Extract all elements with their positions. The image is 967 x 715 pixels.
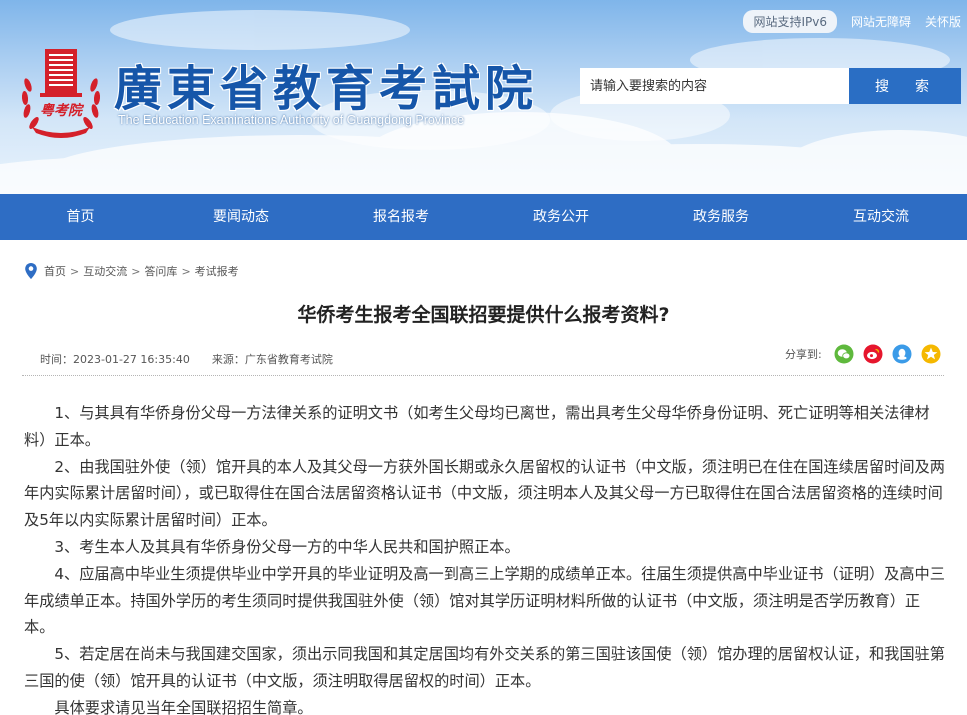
search-bar: 搜 索	[580, 68, 961, 104]
breadcrumb-home[interactable]: 首页	[44, 263, 66, 279]
meta-divider	[22, 375, 944, 376]
article-time: 时间：2023-01-27 16:35:40	[40, 353, 190, 366]
article-source: 来源：广东省教育考试院	[211, 353, 333, 366]
nav-item-home[interactable]: 首页	[0, 194, 161, 240]
article-meta: 时间：2023-01-27 16:35:40 来源：广东省教育考试院	[40, 351, 333, 367]
location-pin-icon	[25, 263, 37, 279]
share-bar: 分享到:	[785, 344, 950, 364]
nav-item-government-affairs[interactable]: 政务公开	[481, 194, 641, 240]
care-mode-link[interactable]: 关怀版	[925, 13, 961, 30]
qq-icon[interactable]	[892, 344, 912, 364]
emblem-text: 粤考院	[40, 102, 85, 119]
article-paragraph: 5、若定居在尚未与我国建交国家，须出示同我国和其定居国均有外交关系的第三国驻该国…	[24, 645, 945, 690]
breadcrumb-exam-registration[interactable]: 考试报考	[195, 263, 239, 279]
breadcrumb-separator: >	[181, 264, 191, 278]
nav-item-interaction[interactable]: 互动交流	[801, 194, 961, 240]
qzone-icon[interactable]	[921, 344, 941, 364]
search-input[interactable]	[580, 68, 849, 104]
main-nav: 首页 要闻动态 报名报考 政务公开 政务服务 互动交流	[0, 194, 967, 240]
article-paragraph: 具体要求请见当年全国联招招生简章。	[54, 698, 313, 715]
article-content: 1、与其具有华侨身份父母一方法律关系的证明文书（如考生父母均已离世，需出具考生父…	[24, 400, 946, 715]
nav-item-registration[interactable]: 报名报考	[321, 194, 481, 240]
share-label: 分享到:	[785, 348, 822, 361]
wechat-icon[interactable]	[834, 344, 854, 364]
article-paragraph: 4、应届高中毕业生须提供毕业中学开具的毕业证明及高一到高三上学期的成绩单正本。往…	[24, 564, 945, 637]
breadcrumb-interaction[interactable]: 互动交流	[83, 263, 127, 279]
institute-emblem[interactable]: 粤考院	[18, 43, 104, 139]
article-paragraph: 3、考生本人及其具有华侨身份父母一方的中华人民共和国护照正本。	[54, 537, 520, 556]
site-title-en: The Education Examinations Authority of …	[118, 113, 465, 127]
breadcrumb-faq[interactable]: 答问库	[144, 263, 177, 279]
breadcrumb-separator: >	[131, 264, 141, 278]
top-links: 网站支持IPv6 网站无障碍 关怀版	[743, 10, 961, 33]
article-paragraph: 2、由我国驻外使（领）馆开具的本人及其父母一方获外国长期或永久居留权的认证书（中…	[24, 457, 945, 530]
article-title: 华侨考生报考全国联招要提供什么报考资料?	[297, 304, 670, 326]
nav-item-news[interactable]: 要闻动态	[161, 194, 321, 240]
breadcrumb: 首页 > 互动交流 > 答问库 > 考试报考	[24, 262, 239, 280]
nav-item-government-services[interactable]: 政务服务	[641, 194, 801, 240]
header-banner: 网站支持IPv6 网站无障碍 关怀版 粤考院 廣東省教育考試院 The Educ…	[0, 0, 967, 194]
accessibility-link[interactable]: 网站无障碍	[851, 13, 911, 30]
site-title-cn: 廣東省教育考試院	[114, 61, 539, 117]
ipv6-badge[interactable]: 网站支持IPv6	[743, 10, 837, 33]
search-button[interactable]: 搜 索	[849, 68, 961, 104]
article-paragraph: 1、与其具有华侨身份父母一方法律关系的证明文书（如考生父母均已离世，需出具考生父…	[24, 404, 930, 449]
weibo-icon[interactable]	[863, 344, 883, 364]
breadcrumb-separator: >	[70, 264, 80, 278]
